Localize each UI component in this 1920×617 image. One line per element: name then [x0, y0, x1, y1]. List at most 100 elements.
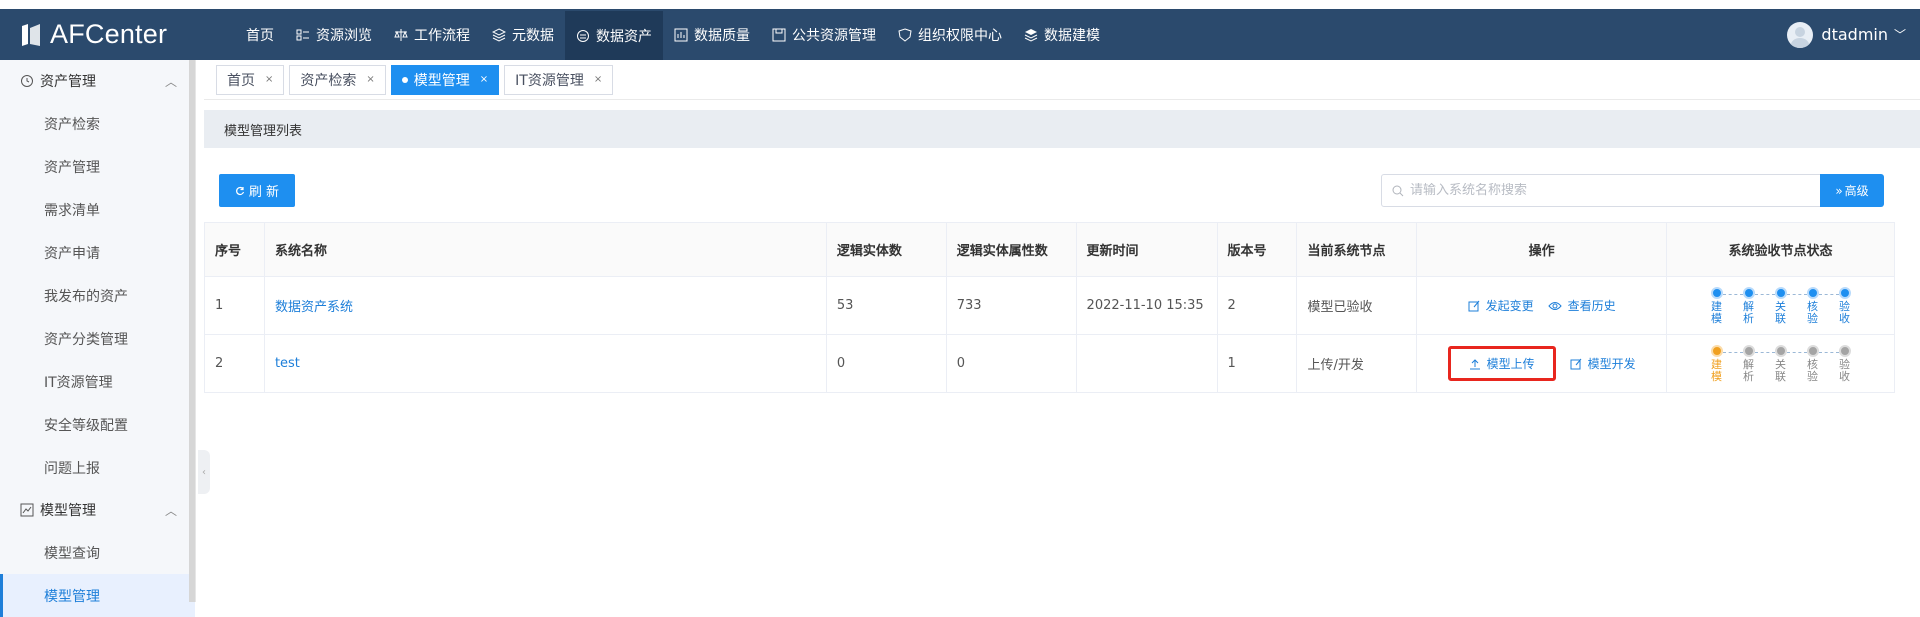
search-input[interactable]	[1410, 183, 1810, 198]
nav-home[interactable]: 首页	[235, 9, 285, 60]
step-label: 建模	[1711, 299, 1723, 325]
sidebar-group-models[interactable]: 模型管理 ︿	[0, 489, 195, 531]
app-logo[interactable]: AFCenter	[0, 19, 235, 50]
model-table: 序号 系统名称 逻辑实体数 逻辑实体属性数 更新时间 版本号 当前系统节点 操作…	[204, 222, 1895, 393]
close-icon[interactable]: ×	[366, 74, 374, 85]
edit-icon	[1570, 358, 1582, 369]
sidebar-item-security-level[interactable]: 安全等级配置	[0, 403, 195, 446]
scale-icon	[394, 28, 408, 41]
user-name: dtadmin	[1821, 25, 1888, 44]
view-history-button[interactable]: 查看历史	[1547, 297, 1616, 314]
sidebar-item-asset-search[interactable]: 资产检索	[0, 102, 195, 145]
step-label: 核验	[1807, 357, 1819, 383]
close-icon[interactable]: ×	[480, 74, 488, 85]
refresh-button[interactable]: 刷 新	[219, 174, 295, 207]
step-node	[1742, 344, 1755, 357]
chevron-down-icon: ﹀	[1893, 28, 1906, 42]
toolbar: 刷 新 » 高级	[204, 174, 1904, 208]
table-header-row: 序号 系统名称 逻辑实体数 逻辑实体属性数 更新时间 版本号 当前系统节点 操作…	[204, 222, 1895, 277]
nav-data-assets[interactable]: 数据资产	[565, 9, 663, 60]
chevron-up-icon: ︿	[164, 74, 177, 89]
top-navbar: AFCenter 首页 资源浏览 工作流程 元数据 数据资产 数据质量 公共资源…	[0, 9, 1920, 60]
step-accept: 验收	[1829, 344, 1861, 383]
initiate-change-button[interactable]: 发起变更	[1468, 297, 1534, 314]
asset-icon	[577, 29, 589, 42]
cell-node: 上传/开发	[1296, 334, 1418, 393]
tab-it-resources[interactable]: IT资源管理 ×	[504, 64, 614, 95]
nav-label: 元数据	[512, 27, 554, 44]
step-node	[1838, 344, 1851, 357]
step-parsing: 解析	[1733, 286, 1775, 325]
step-label: 关联	[1775, 299, 1787, 325]
sidebar-scrollbar[interactable]	[189, 60, 195, 602]
sidebar-item-issue-report[interactable]: 问题上报	[0, 446, 195, 489]
nav-metadata[interactable]: 元数据	[481, 9, 565, 60]
active-dot-icon	[401, 76, 408, 83]
step-node	[1806, 286, 1819, 299]
advanced-search-button[interactable]: » 高级	[1820, 174, 1884, 207]
cell-status: 建模 解析 关联 核验 验收	[1666, 334, 1895, 393]
cell-no: 2	[204, 334, 265, 393]
shield-icon	[898, 27, 912, 42]
col-header-ops: 操作	[1416, 222, 1668, 277]
tab-bar: 首页 × 资产检索 × 模型管理 × IT资源管理 ×	[204, 60, 1920, 100]
sidebar-item-requirements[interactable]: 需求清单	[0, 188, 195, 231]
close-icon[interactable]: ×	[265, 74, 273, 85]
nav-data-modeling[interactable]: 数据建模	[1013, 9, 1111, 60]
nav-label: 组织权限中心	[918, 27, 1002, 44]
close-icon[interactable]: ×	[594, 74, 602, 85]
cell-attrs: 0	[945, 334, 1077, 393]
step-node	[1806, 344, 1819, 357]
nav-workflow[interactable]: 工作流程	[383, 9, 481, 60]
nav-resource-browse[interactable]: 资源浏览	[285, 9, 383, 60]
nav-public-resources[interactable]: 公共资源管理	[761, 9, 887, 60]
tab-label: 模型管理	[413, 72, 470, 89]
tab-home[interactable]: 首页 ×	[216, 64, 285, 95]
nav-org-permissions[interactable]: 组织权限中心	[887, 9, 1013, 60]
col-header-attrs: 逻辑实体属性数	[945, 222, 1077, 277]
model-develop-button[interactable]: 模型开发	[1570, 355, 1636, 372]
cell-updated: 2022-11-10 15:35	[1075, 276, 1218, 335]
cell-status: 建模 解析 关联 核验 验收	[1666, 276, 1895, 335]
system-name-link[interactable]: test	[275, 356, 300, 371]
tab-label: 资产检索	[300, 72, 357, 89]
nav-label: 首页	[246, 27, 274, 44]
sidebar-item-model-query[interactable]: 模型查询	[0, 531, 195, 574]
sidebar-item-asset-category[interactable]: 资产分类管理	[0, 317, 195, 360]
sidebar-group-assets[interactable]: 资产管理 ︿	[0, 60, 195, 102]
step-verify: 核验	[1797, 286, 1839, 325]
table-row: 2 test 0 0 1 上传/开发 模型上传 模型开发 建模 解析 关联 核验…	[204, 334, 1895, 393]
logo-icon	[22, 23, 40, 46]
op-label: 查看历史	[1567, 299, 1616, 313]
refresh-label: 刷 新	[248, 185, 280, 200]
step-linking: 关联	[1765, 344, 1807, 383]
nav-label: 数据质量	[694, 27, 750, 44]
search-icon	[1392, 185, 1404, 196]
tab-model-manage[interactable]: 模型管理 ×	[390, 64, 500, 95]
sidebar-item-my-published[interactable]: 我发布的资产	[0, 274, 195, 317]
col-header-status: 系统验收节点状态	[1666, 222, 1895, 277]
sidebar-group-label: 资产管理	[40, 74, 96, 90]
search-box	[1381, 174, 1821, 207]
cell-node: 模型已验收	[1296, 276, 1418, 335]
tab-asset-search[interactable]: 资产检索 ×	[289, 64, 386, 95]
op-label: 发起变更	[1485, 299, 1534, 313]
refresh-icon	[235, 186, 244, 195]
sidebar-item-asset-apply[interactable]: 资产申请	[0, 231, 195, 274]
cell-attrs: 733	[945, 276, 1077, 335]
status-steps: 建模 解析 关联 核验 验收	[1677, 344, 1884, 383]
sidebar-item-model-manage[interactable]: 模型管理	[0, 574, 195, 617]
op-label: 模型上传	[1486, 357, 1535, 371]
nav-data-quality[interactable]: 数据质量	[663, 9, 761, 60]
nav-label: 公共资源管理	[792, 27, 876, 44]
sidebar-item-asset-manage[interactable]: 资产管理	[0, 145, 195, 188]
system-name-link[interactable]: 数据资产系统	[275, 300, 353, 315]
model-upload-button[interactable]: 模型上传	[1447, 346, 1556, 381]
nav-label: 工作流程	[414, 27, 470, 44]
updated-text: 2022-11-10 15:35	[1086, 297, 1204, 313]
sidebar-item-it-resources[interactable]: IT资源管理	[0, 360, 195, 403]
step-label: 验收	[1839, 357, 1851, 383]
eye-icon	[1547, 301, 1562, 310]
user-menu[interactable]: dtadmin ﹀	[1787, 9, 1906, 60]
step-label: 建模	[1711, 357, 1723, 383]
